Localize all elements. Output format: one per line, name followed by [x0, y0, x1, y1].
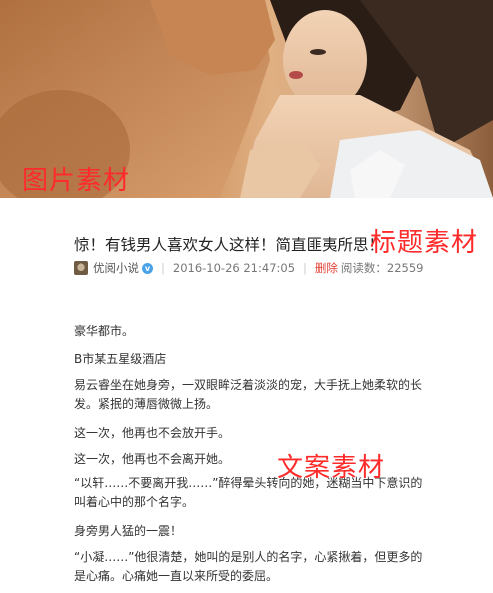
image-material-label: 图片素材 [22, 166, 131, 196]
article-title: 惊！有钱男人喜欢女人这样！简直匪夷所思！ [74, 236, 385, 254]
article-meta: 优阅小说 v | 2016-10-26 21:47:05 | 删除 阅读数：22… [74, 259, 423, 277]
paragraph: “小凝……”他很清楚，她叫的是别人的名字，心紧揪着，但更多的是心痛。心痛她一直以… [74, 550, 423, 583]
title-material-label: 标题素材 [370, 228, 479, 258]
paragraph: B市某五星级酒店 [74, 352, 167, 366]
text-material-label: 文案素材 [277, 453, 386, 483]
verified-badge-icon: v [142, 262, 153, 274]
delete-link[interactable]: 删除 [315, 260, 338, 276]
paragraph: 豪华都市。 [74, 324, 135, 338]
paragraph: 易云睿坐在她身旁，一双眼眸泛着淡淡的宠，大手抚上她柔软的长发。紧抿的薄唇微微上扬… [74, 378, 423, 411]
paragraph: 身旁男人猛的一震！ [74, 524, 183, 538]
publish-date: 2016-10-26 21:47:05 [172, 261, 296, 275]
meta-divider: | [303, 261, 307, 275]
author-name[interactable]: 优阅小说 [93, 260, 139, 276]
meta-divider: | [161, 261, 165, 275]
author-avatar[interactable] [74, 261, 88, 275]
paragraph: 这一次，他再也不会放开手。 [74, 426, 231, 440]
read-count: 阅读数：22559 [340, 261, 424, 275]
